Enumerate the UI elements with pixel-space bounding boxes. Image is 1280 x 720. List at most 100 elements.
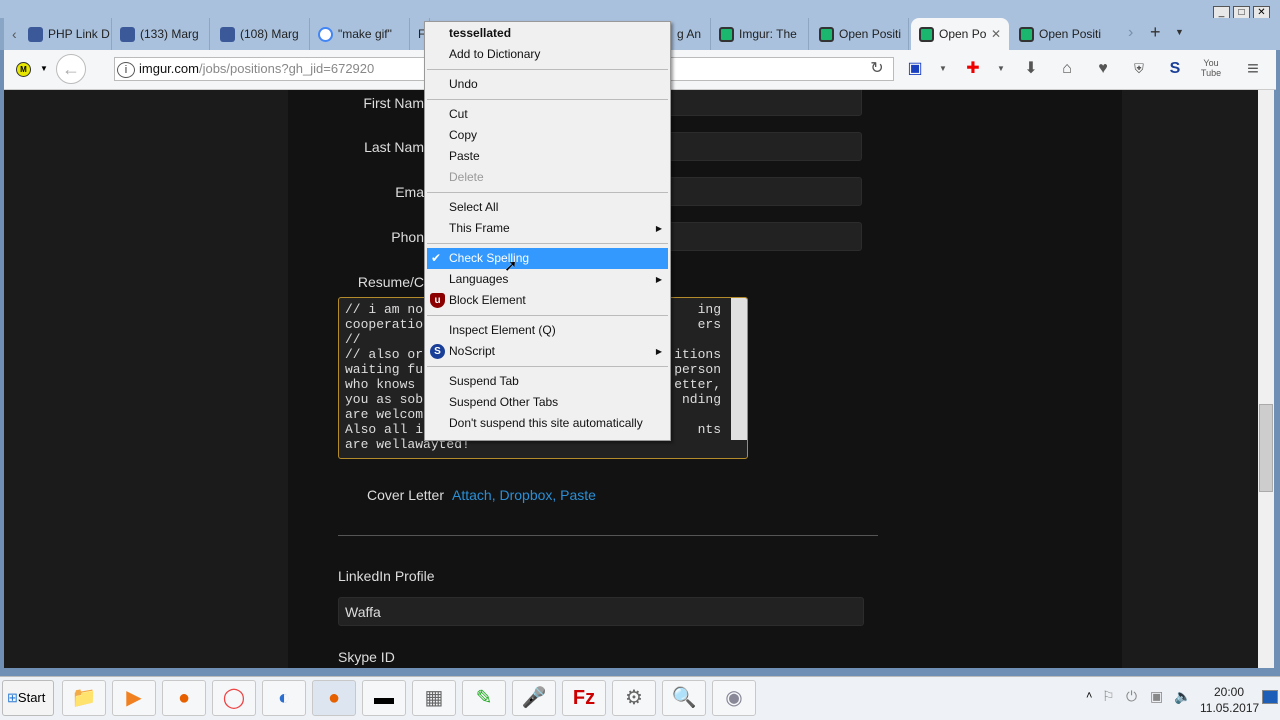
menu-item-dont-suspend[interactable]: Don't suspend this site automatically bbox=[427, 413, 668, 434]
menu-item-this-frame[interactable]: This Frame ▶ bbox=[427, 218, 668, 239]
tab-label: PHP Link D bbox=[48, 27, 110, 41]
dropdown-icon[interactable]: ▼ bbox=[990, 58, 1012, 80]
save-icon[interactable]: ▣ bbox=[904, 58, 926, 80]
media-player-taskbar-icon[interactable]: ▶ bbox=[112, 680, 156, 716]
imgur-icon bbox=[919, 27, 934, 42]
microphone-taskbar-icon[interactable]: 🎤 bbox=[512, 680, 556, 716]
linkedin-input[interactable]: Waffa bbox=[338, 597, 864, 626]
menu-item-delete: Delete bbox=[449, 170, 484, 184]
menu-item-cut[interactable]: Cut bbox=[427, 104, 668, 125]
ublock-icon[interactable]: ⛨ bbox=[1128, 58, 1150, 80]
network-taskbar-icon[interactable]: ⚙ bbox=[612, 680, 656, 716]
app-taskbar-icon[interactable]: ◯ bbox=[212, 680, 256, 716]
app-taskbar-icon[interactable]: ◐ bbox=[262, 680, 306, 716]
menu-item-inspect[interactable]: Inspect Element (Q) bbox=[427, 320, 668, 341]
phone-input[interactable] bbox=[664, 222, 862, 251]
line-right: etter, bbox=[674, 377, 721, 392]
volume-icon[interactable]: 🔈 bbox=[1174, 688, 1191, 705]
back-button[interactable]: ← bbox=[56, 54, 86, 84]
menu-item-copy[interactable]: Copy bbox=[427, 125, 668, 146]
resume-label: Resume/C bbox=[357, 274, 424, 290]
last-name-label: Last Nam bbox=[364, 139, 424, 155]
line-left: // also or bbox=[345, 347, 424, 362]
google-icon bbox=[318, 27, 333, 42]
scroll-tabs-left-icon[interactable]: ‹ bbox=[12, 26, 17, 42]
clock[interactable]: 20:00 11.05.2017 bbox=[1200, 684, 1260, 716]
mouse-cursor-icon: ➚ bbox=[504, 258, 518, 275]
last-name-input[interactable] bbox=[664, 132, 862, 161]
first-aid-icon[interactable]: ✚ bbox=[962, 58, 984, 80]
menu-item-undo[interactable]: Undo bbox=[427, 74, 668, 95]
line-left: are welcom bbox=[345, 407, 424, 422]
tab-label: (108) Marg bbox=[240, 27, 299, 41]
menu-item-add-dictionary[interactable]: Add to Dictionary bbox=[427, 44, 668, 65]
home-icon[interactable]: ⌂ bbox=[1056, 58, 1078, 80]
dropdown-icon[interactable]: ▼ bbox=[932, 58, 954, 80]
menu-icon[interactable]: ≡ bbox=[1242, 58, 1264, 80]
download-icon[interactable]: ⬇ bbox=[1020, 58, 1042, 80]
start-button[interactable]: ⊞Start bbox=[2, 680, 54, 716]
tab[interactable]: Imgur: The bbox=[711, 18, 809, 50]
tab[interactable]: PHP Link D bbox=[20, 18, 112, 50]
tab[interactable]: (133) Marg bbox=[112, 18, 210, 50]
menu-item-suspend-other[interactable]: Suspend Other Tabs bbox=[427, 392, 668, 413]
console-taskbar-icon[interactable]: ▬ bbox=[362, 680, 406, 716]
tab[interactable]: Open Positi bbox=[811, 18, 909, 50]
menu-item-suspend-tab[interactable]: Suspend Tab bbox=[427, 371, 668, 392]
menu-item-suggestion[interactable]: tessellated bbox=[427, 23, 668, 44]
pocket-icon[interactable]: ♥ bbox=[1092, 58, 1114, 80]
firefox-taskbar-icon[interactable]: ● bbox=[162, 680, 206, 716]
reload-icon[interactable]: ↻ bbox=[866, 58, 888, 80]
list-tabs-icon[interactable]: ▼ bbox=[1175, 27, 1184, 37]
tab[interactable]: "make gif" bbox=[310, 18, 410, 50]
line-left: you as sob bbox=[345, 392, 424, 407]
menu-item-select-all[interactable]: Select All bbox=[427, 197, 668, 218]
menu-item-languages[interactable]: Languages ▶ bbox=[427, 269, 668, 290]
menu-item-paste[interactable]: Paste bbox=[427, 146, 668, 167]
noscript-icon[interactable]: S bbox=[1164, 58, 1186, 80]
filezilla-taskbar-icon[interactable]: Fz bbox=[562, 680, 606, 716]
separator bbox=[427, 366, 668, 367]
menu-item-block-element[interactable]: u Block Element bbox=[427, 290, 668, 311]
menu-item-noscript[interactable]: S NoScript ▶ bbox=[427, 341, 668, 362]
new-tab-icon[interactable]: + bbox=[1150, 22, 1161, 43]
email-input[interactable] bbox=[664, 177, 862, 206]
tab-label: Imgur: The bbox=[739, 27, 797, 41]
tab[interactable]: g An bbox=[671, 18, 711, 50]
scroll-tabs-right-icon[interactable]: › bbox=[1128, 24, 1133, 42]
first-name-input[interactable] bbox=[664, 90, 862, 116]
divider bbox=[338, 535, 878, 536]
line-right: ing bbox=[697, 302, 721, 317]
search-taskbar-icon[interactable]: 🔍 bbox=[662, 680, 706, 716]
scrollbar-thumb[interactable] bbox=[1259, 404, 1273, 492]
dropdown-icon[interactable]: ▼ bbox=[40, 64, 48, 73]
close-tab-icon[interactable]: ✕ bbox=[991, 18, 1001, 50]
youtube-icon[interactable]: You Tube bbox=[1200, 58, 1222, 80]
flag-icon[interactable]: ⚐ bbox=[1102, 688, 1115, 705]
separator bbox=[427, 99, 668, 100]
facebook-icon bbox=[120, 27, 135, 42]
calculator-taskbar-icon[interactable]: ▦ bbox=[412, 680, 456, 716]
tab[interactable]: (108) Marg bbox=[212, 18, 310, 50]
imgur-icon bbox=[1019, 27, 1034, 42]
cover-letter-links[interactable]: Attach, Dropbox, Paste bbox=[452, 487, 596, 503]
power-icon[interactable]: ⏻ bbox=[1126, 688, 1137, 705]
menu-label: Block Element bbox=[449, 293, 526, 307]
addon-m-icon[interactable]: M bbox=[16, 62, 31, 77]
show-hidden-icons[interactable]: ˄ bbox=[1086, 690, 1092, 702]
tab-active[interactable]: Open Po ✕ bbox=[911, 18, 1009, 50]
tab[interactable]: Open Positi bbox=[1011, 18, 1111, 50]
textarea-scrollbar[interactable] bbox=[731, 298, 747, 440]
menu-label: This Frame bbox=[449, 221, 510, 235]
network-icon[interactable]: ▣ bbox=[1150, 688, 1163, 705]
firefox-taskbar-icon-active[interactable]: ● bbox=[312, 680, 356, 716]
page-scrollbar[interactable] bbox=[1258, 90, 1274, 668]
chart-taskbar-icon[interactable]: ✎ bbox=[462, 680, 506, 716]
date: 11.05.2017 bbox=[1200, 701, 1260, 715]
tab-label: Open Positi bbox=[1039, 27, 1102, 41]
show-desktop-icon[interactable] bbox=[1262, 690, 1278, 704]
menu-item-check-spelling[interactable]: ✔ Check Spelling bbox=[427, 248, 668, 269]
explorer-taskbar-icon[interactable]: 📁 bbox=[62, 680, 106, 716]
disc-taskbar-icon[interactable]: ◉ bbox=[712, 680, 756, 716]
info-icon[interactable]: i bbox=[117, 62, 135, 78]
